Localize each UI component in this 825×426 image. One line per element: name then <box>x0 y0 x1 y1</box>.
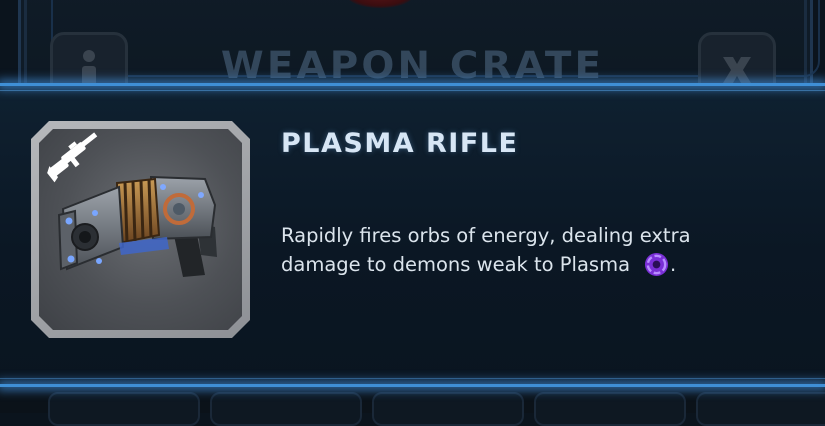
bottom-tab <box>372 392 524 426</box>
panel-bottom-glow <box>0 384 825 387</box>
bottom-tab <box>534 392 686 426</box>
bottom-tab <box>210 392 362 426</box>
bottom-tab <box>696 392 825 426</box>
plasma-icon <box>644 252 669 277</box>
bottom-bar <box>0 388 825 426</box>
bottom-tab <box>48 392 200 426</box>
panel-top-glow <box>0 83 825 86</box>
weapon-description: Rapidly fires orbs of energy, dealing ex… <box>281 221 761 279</box>
panel-bottom-line <box>0 378 825 379</box>
weapon-name: PLASMA RIFLE <box>281 128 519 159</box>
screen-title: WEAPON CRATE <box>220 44 605 87</box>
panel-top-line <box>0 90 825 91</box>
weapon-description-text: Rapidly fires orbs of energy, dealing ex… <box>281 224 691 276</box>
plasma-rifle-image <box>57 175 217 277</box>
weapon-description-end: . <box>670 253 677 276</box>
